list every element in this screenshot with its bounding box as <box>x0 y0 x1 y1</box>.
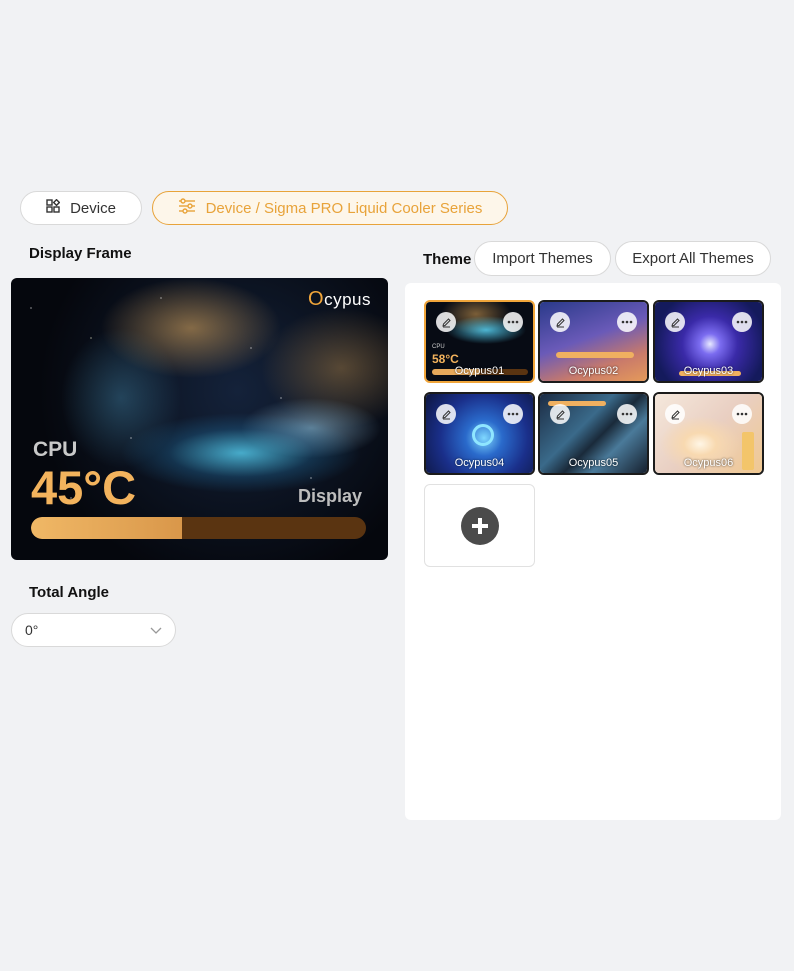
theme-card[interactable]: Ocypus03 <box>653 300 764 383</box>
theme-panel: CPU 58°C Ocypus01 Ocypus02 Ocypus03 Ocyp… <box>405 283 781 820</box>
display-label: Display <box>297 486 362 506</box>
edit-theme-button[interactable] <box>665 404 685 424</box>
edit-theme-button[interactable] <box>665 312 685 332</box>
import-themes-button[interactable]: Import Themes <box>474 241 611 276</box>
more-icon <box>736 320 748 324</box>
chevron-down-icon <box>150 622 162 638</box>
edit-theme-button[interactable] <box>436 404 456 424</box>
device-path-label: Device / Sigma PRO Liquid Cooler Series <box>205 199 483 217</box>
pencil-icon <box>670 409 680 419</box>
total-angle-value: 0° <box>25 622 39 638</box>
thumb-cpu-text: CPU <box>432 344 445 350</box>
pencil-icon <box>441 409 451 419</box>
edit-theme-button[interactable] <box>550 312 570 332</box>
theme-name: Ocypus05 <box>568 457 619 469</box>
sliders-icon <box>178 198 196 218</box>
pencil-icon <box>441 317 451 327</box>
theme-card[interactable]: Ocypus06 <box>653 392 764 475</box>
theme-heading: Theme <box>423 251 472 268</box>
more-icon <box>507 320 519 324</box>
theme-name: Ocypus06 <box>683 457 734 469</box>
more-icon <box>621 412 633 416</box>
more-icon <box>621 320 633 324</box>
more-options-button[interactable] <box>732 404 752 424</box>
thumb-ring <box>472 424 494 446</box>
export-all-themes-button[interactable]: Export All Themes <box>615 241 771 276</box>
cpu-progress-fill <box>31 517 182 539</box>
edit-theme-button[interactable] <box>550 404 570 424</box>
display-frame-preview: Ocypus CPU 45°C Display <box>11 278 388 560</box>
theme-card[interactable]: Ocypus05 <box>538 392 649 475</box>
display-frame-heading: Display Frame <box>29 245 132 262</box>
app-window: Device Device / Sigma PRO Liquid Cooler … <box>0 0 794 971</box>
more-options-button[interactable] <box>503 404 523 424</box>
pencil-icon <box>555 409 565 419</box>
total-angle-heading: Total Angle <box>29 584 109 601</box>
device-button[interactable]: Device <box>20 191 142 225</box>
theme-name: Ocypus03 <box>683 365 734 377</box>
plus-icon <box>460 506 499 545</box>
device-button-label: Device <box>70 199 116 217</box>
add-theme-button[interactable] <box>424 484 535 567</box>
edit-theme-button[interactable] <box>436 312 456 332</box>
brand-logo: Ocypus <box>308 288 371 311</box>
grid-icon <box>46 198 61 217</box>
brand-logo-o: O <box>308 288 325 310</box>
theme-name: Ocypus01 <box>454 365 505 377</box>
pencil-icon <box>555 317 565 327</box>
more-options-button[interactable] <box>503 312 523 332</box>
thumb-temp-text: 58°C <box>432 352 459 366</box>
theme-card[interactable]: Ocypus02 <box>538 300 649 383</box>
theme-card[interactable]: Ocypus04 <box>424 392 535 475</box>
cpu-progress-bar <box>31 517 366 539</box>
cpu-label: CPU <box>33 438 78 461</box>
theme-card[interactable]: CPU 58°C Ocypus01 <box>424 300 535 383</box>
total-angle-select[interactable]: 0° <box>11 613 176 647</box>
pencil-icon <box>670 317 680 327</box>
brand-logo-text: cypus <box>324 290 371 309</box>
theme-name: Ocypus02 <box>568 365 619 377</box>
more-options-button[interactable] <box>617 404 637 424</box>
cpu-temperature: 45°C <box>31 461 137 514</box>
theme-name: Ocypus04 <box>454 457 505 469</box>
more-options-button[interactable] <box>732 312 752 332</box>
more-options-button[interactable] <box>617 312 637 332</box>
more-icon <box>507 412 519 416</box>
device-path-button[interactable]: Device / Sigma PRO Liquid Cooler Series <box>152 191 508 225</box>
more-icon <box>736 412 748 416</box>
thumb-progress-bar <box>556 352 634 358</box>
